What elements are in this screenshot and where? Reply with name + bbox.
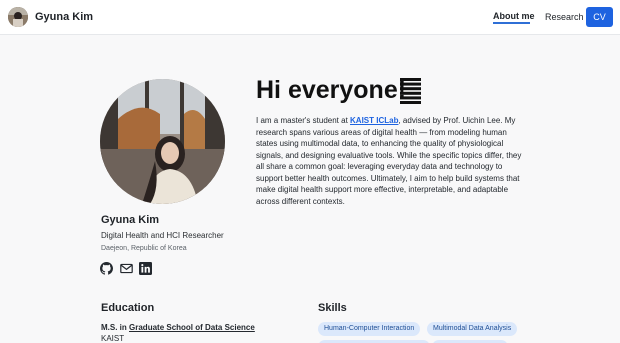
profile-role: Digital Health and HCI Researcher [101,231,224,240]
degree-label: M.S. in [101,323,127,332]
skills-heading: Skills [318,302,347,314]
nav-avatar[interactable] [8,7,28,27]
active-tab-indicator [493,22,530,24]
top-navbar: Gyuna Kim About me Research CV [0,0,620,35]
nav-link-research[interactable]: Research [545,12,584,22]
site-brand[interactable]: Gyuna Kim [35,11,93,23]
linkedin-icon[interactable] [139,262,152,275]
lab-link[interactable]: KAIST ICLab [350,116,398,125]
profile-photo [100,79,225,204]
education-heading: Education [101,302,155,314]
nav-link-about[interactable]: About me [493,11,535,21]
hero-greeting: Hi everyone! [256,76,407,104]
cv-button[interactable]: CV [586,7,613,27]
school-link[interactable]: Graduate School of Data Science [129,323,255,332]
profile-location: Daejeon, Republic of Korea [101,245,187,252]
mail-icon[interactable] [120,262,133,275]
intro-paragraph: I am a master's student at KAIST ICLab, … [256,115,524,207]
skill-chip: Multimodal Data Analysis [427,322,518,336]
profile-name: Gyuna Kim [101,214,160,226]
intro-text-start: I am a master's student at [256,116,351,125]
bars-icon [400,78,421,104]
skill-chip: Human-Computer Interaction [318,322,421,336]
institution-name: KAIST [101,334,125,343]
intro-text-rest: , advised by Prof. Uichin Lee. My resear… [256,116,522,206]
degree-line: M.S. in Graduate School of Data Science [101,323,255,332]
github-icon[interactable] [100,262,113,275]
